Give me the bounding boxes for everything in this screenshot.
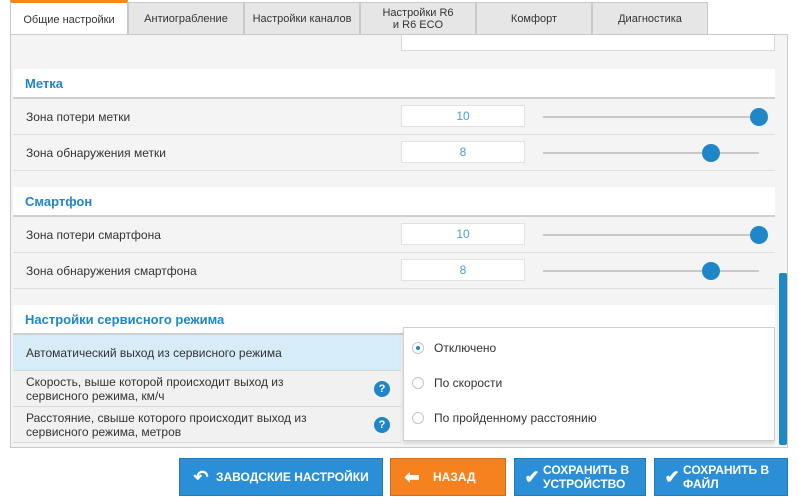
value-input[interactable]: 10 bbox=[401, 105, 525, 127]
value-input[interactable]: 8 bbox=[401, 141, 525, 163]
row-label: Зона обнаружения метки bbox=[26, 146, 166, 160]
left-arrow-icon: ⬅ bbox=[404, 467, 420, 487]
radio-icon bbox=[412, 412, 424, 424]
value-input[interactable]: 8 bbox=[401, 259, 525, 281]
checkmark-icon: ✔ bbox=[664, 467, 680, 487]
service-auto-exit-row[interactable]: Автоматический выход из сервисного режим… bbox=[13, 335, 401, 371]
question-icon[interactable]: ? bbox=[374, 381, 390, 397]
button-label-line2: ФАЙЛ bbox=[683, 477, 719, 491]
option-label: Отключено bbox=[434, 341, 497, 355]
button-label: НАЗАД bbox=[433, 470, 476, 484]
tab-r6-settings[interactable]: Настройки R6 и R6 ECO bbox=[360, 2, 476, 34]
button-label-line2: УСТРОЙСТВО bbox=[543, 477, 626, 491]
tab-bar: Общие настройки Антиограбление Настройки… bbox=[10, 0, 710, 36]
service-distance-row: Расстояние, свыше которого происходит вы… bbox=[13, 407, 401, 443]
row-label: Расстояние, свыше которого происходит вы… bbox=[26, 411, 307, 439]
row-label: Зона потери смартфона bbox=[26, 228, 161, 242]
tab-label: Комфорт bbox=[510, 12, 558, 25]
row-label: Автоматический выход из сервисного режим… bbox=[26, 346, 282, 360]
save-to-device-button[interactable]: ✔ СОХРАНИТЬ В УСТРОЙСТВО bbox=[514, 458, 646, 496]
tab-general-settings[interactable]: Общие настройки bbox=[10, 0, 128, 36]
settings-panel: Метка Зона потери метки 10 Зона обнаруже… bbox=[10, 34, 788, 448]
tab-diagnostics[interactable]: Диагностика bbox=[592, 2, 708, 34]
option-label: По скорости bbox=[434, 376, 503, 390]
row-label: Зона обнаружения смартфона bbox=[26, 264, 197, 278]
slider-thumb[interactable] bbox=[702, 262, 720, 280]
row-label: Зона потери метки bbox=[26, 110, 131, 124]
slider-track[interactable] bbox=[543, 116, 759, 118]
phone-loss-zone-row: Зона потери смартфона 10 bbox=[13, 217, 775, 253]
tab-label: Диагностика bbox=[618, 12, 682, 25]
dropdown-option-by-speed[interactable]: По скорости bbox=[412, 373, 502, 393]
button-label-line1: СОХРАНИТЬ В bbox=[543, 463, 630, 477]
radio-icon bbox=[412, 377, 424, 389]
section-title: Смартфон bbox=[25, 194, 93, 209]
slider-thumb[interactable] bbox=[750, 226, 768, 244]
scrollbar-thumb[interactable] bbox=[779, 273, 787, 445]
slider-track[interactable] bbox=[543, 270, 759, 272]
tab-comfort[interactable]: Комфорт bbox=[476, 2, 592, 34]
smartphone-section-header: Смартфон bbox=[13, 187, 775, 217]
back-button[interactable]: ⬅ НАЗАД bbox=[390, 458, 506, 496]
factory-settings-button[interactable]: ↶ ЗАВОДСКИЕ НАСТРОЙКИ bbox=[179, 458, 383, 496]
value-input[interactable]: 10 bbox=[401, 223, 525, 245]
slider-track[interactable] bbox=[543, 152, 759, 154]
top-input-field[interactable] bbox=[401, 35, 775, 51]
button-label: ЗАВОДСКИЕ НАСТРОЙКИ bbox=[216, 470, 369, 484]
settings-content: Метка Зона потери метки 10 Зона обнаруже… bbox=[13, 35, 775, 447]
dropdown-option-disabled[interactable]: Отключено bbox=[412, 338, 496, 358]
tab-anti-robbery[interactable]: Антиограбление bbox=[128, 2, 244, 34]
tab-label: Антиограбление bbox=[144, 12, 228, 25]
slider-thumb[interactable] bbox=[702, 144, 720, 162]
row-label: Скорость, выше которой происходит выход … bbox=[26, 375, 284, 403]
button-label-line1: СОХРАНИТЬ В bbox=[683, 463, 770, 477]
button-label: СОХРАНИТЬ В УСТРОЙСТВО bbox=[543, 463, 629, 491]
tab-label: Общие настройки bbox=[23, 13, 115, 26]
section-title: Метка bbox=[25, 76, 63, 91]
button-label: СОХРАНИТЬ В ФАЙЛ bbox=[683, 463, 769, 491]
undo-arrow-icon: ↶ bbox=[193, 467, 209, 487]
tab-channel-settings[interactable]: Настройки каналов bbox=[244, 2, 360, 34]
section-title: Настройки сервисного режима bbox=[25, 312, 225, 327]
vertical-scrollbar[interactable] bbox=[777, 35, 787, 447]
phone-detect-zone-row: Зона обнаружения смартфона 8 bbox=[13, 253, 775, 289]
save-to-file-button[interactable]: ✔ СОХРАНИТЬ В ФАЙЛ bbox=[654, 458, 788, 496]
slider-track[interactable] bbox=[543, 234, 759, 236]
service-mode-dropdown[interactable]: Отключено По скорости По пройденному рас… bbox=[403, 327, 775, 441]
checkmark-icon: ✔ bbox=[524, 467, 540, 487]
question-icon[interactable]: ? bbox=[374, 417, 390, 433]
tag-section-header: Метка bbox=[13, 69, 775, 99]
tab-label: Настройки R6 и R6 ECO bbox=[382, 6, 454, 31]
tag-detect-zone-row: Зона обнаружения метки 8 bbox=[13, 135, 775, 171]
slider-thumb[interactable] bbox=[750, 108, 768, 126]
tab-label: Настройки каналов bbox=[252, 12, 352, 25]
option-label: По пройденному расстоянию bbox=[434, 411, 597, 425]
radio-icon bbox=[412, 342, 424, 354]
tag-loss-zone-row: Зона потери метки 10 bbox=[13, 99, 775, 135]
dropdown-option-by-distance[interactable]: По пройденному расстоянию bbox=[412, 408, 597, 428]
service-speed-row: Скорость, выше которой происходит выход … bbox=[13, 371, 401, 407]
